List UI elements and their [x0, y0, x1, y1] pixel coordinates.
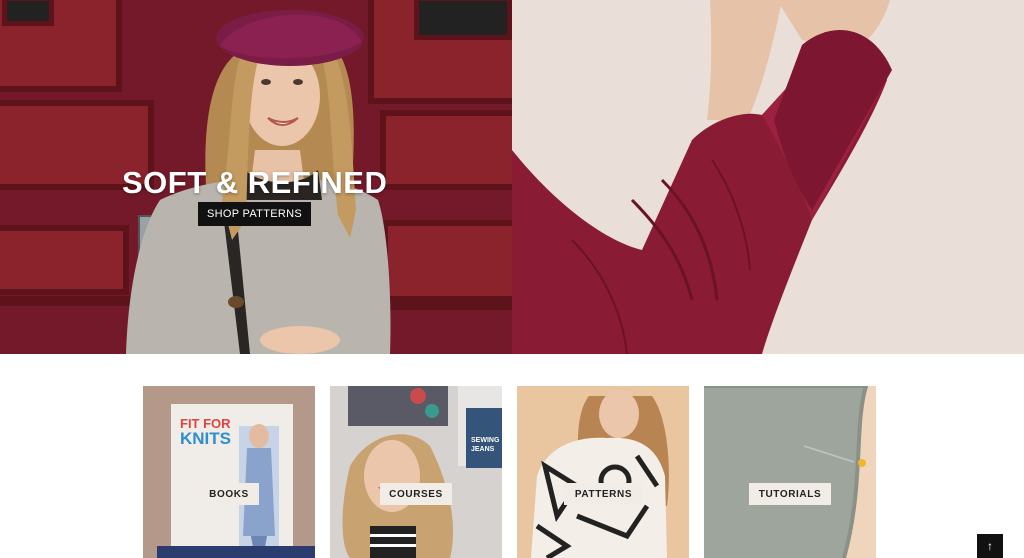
shop-patterns-button[interactable]: SHOP PATTERNS	[198, 202, 311, 226]
category-card-patterns[interactable]: PATTERNS	[517, 386, 689, 558]
hero-title: SOFT & REFINED	[122, 165, 388, 200]
category-cards: FIT FOR KNITS BOOKS SEWING JEANS COURSES	[143, 386, 877, 558]
tutorials-image	[704, 386, 876, 558]
books-label: BOOKS	[199, 483, 259, 505]
scroll-to-top-button[interactable]: ↑	[977, 534, 1003, 558]
book-title-line2: KNITS	[180, 429, 231, 448]
tutorials-label: TUTORIALS	[749, 483, 831, 505]
jeans-book-line2: JEANS	[471, 446, 495, 453]
hero-image-burgundy-sleeve	[512, 0, 1024, 354]
hero-banner[interactable]: SOFT & REFINED SHOP PATTERNS	[0, 0, 1024, 354]
arrow-up-icon: ↑	[987, 539, 993, 553]
courses-label: COURSES	[380, 483, 452, 505]
courses-image	[330, 386, 502, 558]
category-card-books[interactable]: FIT FOR KNITS BOOKS	[143, 386, 315, 558]
patterns-label: PATTERNS	[564, 483, 643, 505]
patterns-image	[517, 386, 689, 558]
books-image	[143, 386, 315, 558]
hero-image-woman-red-door: SOFT & REFINED SHOP PATTERNS	[0, 0, 512, 354]
category-card-tutorials[interactable]: TUTORIALS	[704, 386, 876, 558]
sleeve-illustration	[512, 0, 1024, 354]
category-card-courses[interactable]: SEWING JEANS COURSES	[330, 386, 502, 558]
jeans-book-line1: SEWING	[471, 437, 500, 444]
